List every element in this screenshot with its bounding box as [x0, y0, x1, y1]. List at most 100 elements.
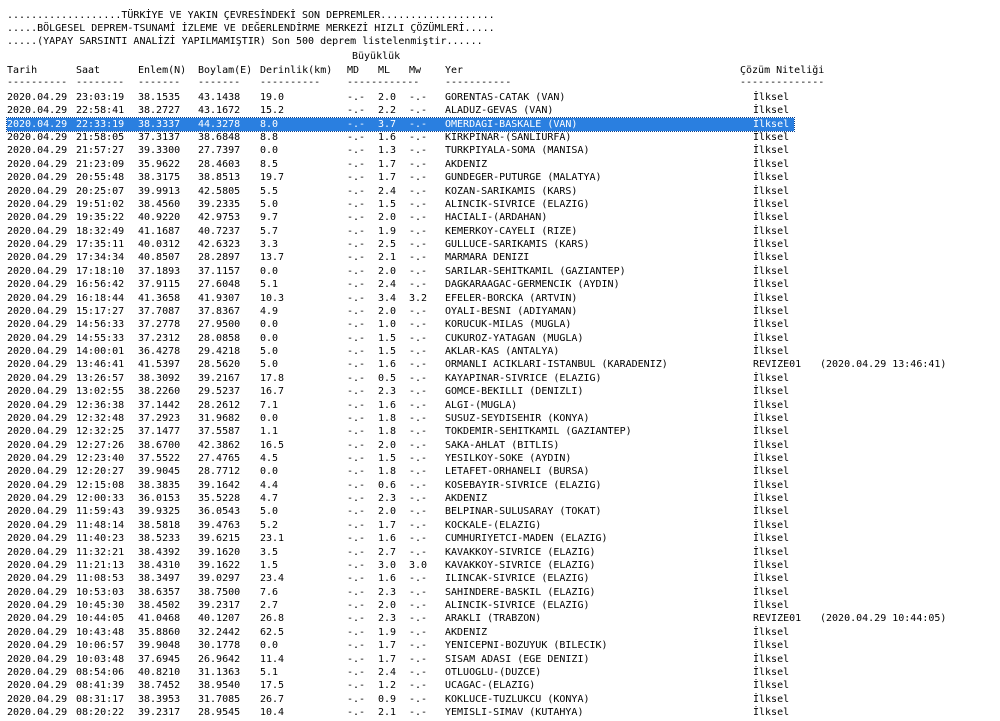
table-row[interactable]: 2020.04.29 11:40:23 38.5233 39.6215 23.1 -.- 1… [7, 532, 794, 545]
table-row[interactable]: 2020.04.29 15:17:27 37.7087 37.8367 4.9 -.- 2.… [7, 305, 794, 318]
cell-md: -.- [347, 613, 366, 624]
table-row[interactable]: 2020.04.29 08:41:39 38.7452 38.9540 17.5 -.- 1… [7, 679, 794, 692]
cell-longitude: 37.8367 [198, 306, 241, 317]
table-row[interactable]: 2020.04.29 11:59:43 39.9325 36.0543 5.0 -.- 2.… [7, 505, 794, 518]
cell-place: CUKUROZ-YATAGAN (MUGLA) [445, 333, 584, 344]
cell-place: DAGKARAAGAC-GERMENCIK (AYDIN) [445, 279, 620, 290]
cell-quality: İlksel [753, 105, 790, 116]
cell-md: -.- [347, 132, 366, 143]
table-row[interactable]: 2020.04.29 18:32:49 41.1687 40.7237 5.7 -.- 1.… [7, 225, 794, 238]
table-row[interactable]: 2020.04.29 10:43:48 35.8860 32.2442 62.5 -.- 1… [7, 626, 794, 639]
table-row[interactable]: 2020.04.29 12:20:27 39.9045 28.7712 0.0 -.- 1.… [7, 465, 794, 478]
table-row[interactable]: 2020.04.29 20:55:48 38.3175 38.8513 19.7 -.- 1… [7, 171, 794, 184]
dash-enlem: ------- [138, 77, 181, 88]
cell-md: -.- [347, 105, 366, 116]
table-row[interactable]: 2020.04.29 11:48:14 38.5818 39.4763 5.2 -.- 1.… [7, 519, 794, 532]
cell-date: 2020.04.29 [7, 145, 68, 156]
table-row[interactable]: 2020.04.29 14:00:01 36.4278 29.4218 5.0 -.- 1.… [7, 345, 794, 358]
table-row[interactable]: 2020.04.29 10:45:30 38.4502 39.2317 2.7 -.- 2.… [7, 599, 794, 612]
cell-longitude: 39.1620 [198, 547, 241, 558]
table-row[interactable]: 2020.04.29 11:08:53 38.3497 39.0297 23.4 -.- 1… [7, 572, 794, 585]
cell-time: 12:36:38 [76, 400, 125, 411]
cell-ml: 1.8 [378, 466, 397, 477]
cell-latitude: 40.9220 [138, 212, 181, 223]
table-row[interactable]: 2020.04.29 10:03:48 37.6945 26.9642 11.4 -.- 1… [7, 653, 794, 666]
table-row[interactable]: 2020.04.29 10:06:57 39.9048 30.1778 0.0 -.- 1.… [7, 639, 794, 652]
table-row[interactable]: 2020.04.29 13:02:55 38.2260 29.5237 16.7 -.- 2… [7, 385, 794, 398]
cell-latitude: 38.7452 [138, 680, 181, 691]
cell-place: AKDENIZ [445, 627, 488, 638]
table-row[interactable]: 2020.04.29 12:15:08 38.3835 39.1642 4.4 -.- 0.… [7, 479, 794, 492]
cell-md: -.- [347, 466, 366, 477]
table-row[interactable]: 2020.04.29 17:18:10 37.1893 37.1157 0.0 -.- 2.… [7, 265, 794, 278]
table-row[interactable]: 2020.04.29 21:58:05 37.3137 38.6848 8.8 -.- 1.… [7, 131, 794, 144]
cell-longitude: 42.6323 [198, 239, 241, 250]
cell-place: TURKPIYALA-SOMA (MANISA) [445, 145, 590, 156]
cell-longitude: 39.2335 [198, 199, 241, 210]
table-row[interactable]: 2020.04.29 12:32:25 37.1477 37.5587 1.1 -.- 1.… [7, 425, 794, 438]
cell-place: HACIALI-(ARDAHAN) [445, 212, 548, 223]
table-row[interactable]: 2020.04.29 22:58:41 38.2727 43.1672 15.2 -.- 2… [7, 104, 794, 117]
table-row[interactable]: 2020.04.29 12:36:38 37.1442 28.2612 7.1 -.- 1.… [7, 399, 794, 412]
table-row[interactable]: 2020.04.29 11:21:13 38.4310 39.1622 1.5 -.- 3.… [7, 559, 794, 572]
table-row[interactable]: 2020.04.29 21:57:27 39.3300 27.7397 0.0 -.- 1.… [7, 144, 794, 157]
cell-date: 2020.04.29 [7, 627, 68, 638]
cell-quality: İlksel [753, 520, 790, 531]
table-row[interactable]: 2020.04.29 10:53:03 38.6357 38.7500 7.6 -.- 2.… [7, 586, 794, 599]
table-row[interactable]: 2020.04.29 19:51:02 38.4560 39.2335 5.0 -.- 1.… [7, 198, 794, 211]
table-row[interactable]: 2020.04.29 14:55:33 37.2312 28.0858 0.0 -.- 1.… [7, 332, 794, 345]
table-row[interactable]: 2020.04.29 13:26:57 38.3092 39.2167 17.8 -.- 0… [7, 372, 794, 385]
cell-md: -.- [347, 239, 366, 250]
table-row[interactable]: 2020.04.29 12:32:48 37.2923 31.9682 0.0 -.- 1.… [7, 412, 794, 425]
cell-md: -.- [347, 573, 366, 584]
cell-latitude: 38.3835 [138, 480, 181, 491]
cell-time: 08:54:06 [76, 667, 125, 678]
cell-md: -.- [347, 293, 366, 304]
table-row[interactable]: 2020.04.29 19:35:22 40.9220 42.9753 9.7 -.- 2.… [7, 211, 794, 224]
cell-depth: 7.1 [260, 400, 279, 411]
cell-latitude: 35.9622 [138, 159, 181, 170]
cell-time: 22:58:41 [76, 105, 125, 116]
table-row[interactable]: 2020.04.29 16:18:44 41.3658 41.9307 10.3 -.- 3… [7, 292, 794, 305]
cell-latitude: 36.4278 [138, 346, 181, 357]
cell-place: ALINCIK-SIVRICE (ELAZIG) [445, 199, 590, 210]
cell-quality: İlksel [753, 707, 790, 718]
cell-mw: -.- [409, 212, 428, 223]
dash-tarih: ---------- [7, 77, 68, 88]
cell-mw: -.- [409, 506, 428, 517]
table-row[interactable]: 2020.04.29 13:46:41 41.5397 28.5620 5.0 -.- 1.… [7, 358, 946, 371]
cell-mw: 3.0 [409, 560, 428, 571]
table-row[interactable]: 2020.04.29 20:25:07 39.9913 42.5805 5.5 -.- 2.… [7, 185, 794, 198]
cell-depth: 0.0 [260, 466, 279, 477]
cell-md: -.- [347, 413, 366, 424]
table-row[interactable]: 2020.04.29 08:20:22 39.2317 28.9545 10.4 -.- 2… [7, 706, 794, 719]
cell-date: 2020.04.29 [7, 520, 68, 531]
table-row[interactable]: 2020.04.29 22:33:19 38.3337 44.3278 8.0 -.- 3.… [6, 117, 795, 132]
table-row[interactable]: 2020.04.29 23:03:19 38.1535 43.1438 19.0 -.- 2… [7, 91, 794, 104]
cell-longitude: 44.3278 [198, 119, 241, 130]
table-row[interactable]: 2020.04.29 21:23:09 35.9622 28.4603 8.5 -.- 1.… [7, 158, 794, 171]
cell-md: -.- [347, 707, 366, 718]
cell-depth: 5.0 [260, 199, 279, 210]
table-row[interactable]: 2020.04.29 17:34:34 40.8507 28.2897 13.7 -.- 2… [7, 251, 794, 264]
cell-date: 2020.04.29 [7, 293, 68, 304]
table-row[interactable]: 2020.04.29 08:31:17 38.3953 31.7085 26.7 -.- 0… [7, 693, 794, 706]
table-row[interactable]: 2020.04.29 14:56:33 37.2778 27.9500 0.0 -.- 1.… [7, 318, 794, 331]
table-row[interactable]: 2020.04.29 16:56:42 37.9115 27.6048 5.1 -.- 2.… [7, 278, 794, 291]
title-line-2: .....BÖLGESEL DEPREM-TSUNAMİ İZLEME VE D… [7, 23, 495, 34]
cell-place: LETAFET-ORHANELI (BURSA) [445, 466, 590, 477]
cell-place: KOZAN-SARIKAMIS (KARS) [445, 186, 578, 197]
cell-ml: 1.6 [378, 400, 397, 411]
table-row[interactable]: 2020.04.29 12:23:40 37.5522 27.4765 4.5 -.- 1.… [7, 452, 794, 465]
cell-date: 2020.04.29 [7, 587, 68, 598]
table-row[interactable]: 2020.04.29 12:00:33 36.0153 35.5228 4.7 -.- 2.… [7, 492, 794, 505]
cell-latitude: 38.3092 [138, 373, 181, 384]
table-row[interactable]: 2020.04.29 10:44:05 41.0468 40.1207 26.8 -.- 2… [7, 612, 946, 625]
table-row[interactable]: 2020.04.29 17:35:11 40.0312 42.6323 3.3 -.- 2.… [7, 238, 794, 251]
cell-place: KAVAKKOY-SIVRICE (ELAZIG) [445, 560, 596, 571]
cell-md: -.- [347, 560, 366, 571]
cell-md: -.- [347, 640, 366, 651]
table-row[interactable]: 2020.04.29 08:54:06 40.8210 31.1363 5.1 -.- 2.… [7, 666, 794, 679]
table-row[interactable]: 2020.04.29 12:27:26 38.6700 42.3862 16.5 -.- 2… [7, 439, 794, 452]
table-row[interactable]: 2020.04.29 11:32:21 38.4392 39.1620 3.5 -.- 2.… [7, 546, 794, 559]
